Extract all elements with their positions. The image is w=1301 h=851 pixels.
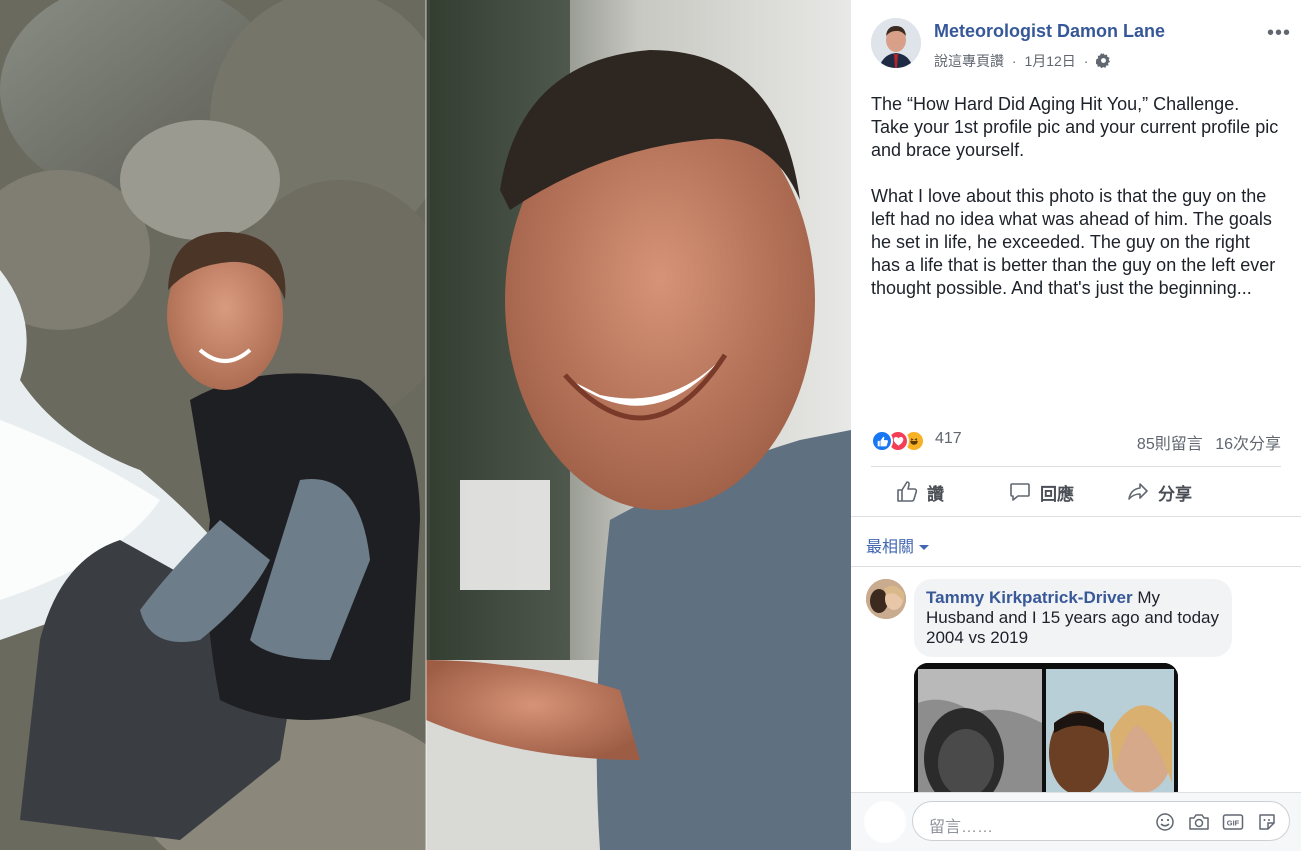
post-text: The “How Hard Did Aging Hit You,” Challe… (871, 93, 1281, 323)
post-meta: 說這專頁讚 · 1月12日 · (934, 51, 1111, 71)
caret-down-icon (919, 545, 930, 551)
post-options-button[interactable]: ••• (1267, 22, 1291, 45)
like-button-label: 讚 (927, 484, 944, 504)
post-header: Meteorologist Damon Lane 說這專頁讚 · 1月12日 ·… (871, 18, 1290, 74)
comment-composer: 留言…… GIF (851, 792, 1301, 851)
emoji-icon[interactable] (1153, 810, 1177, 834)
engagement-counts: 85則留言 16次分享 (1129, 430, 1281, 454)
commenter-name[interactable]: Tammy Kirkpatrick-Driver (926, 588, 1133, 607)
comment-count[interactable]: 85則留言 (1137, 436, 1203, 453)
post-actions: 讚 回應 分享 (871, 470, 1281, 514)
svg-text:GIF: GIF (1227, 819, 1240, 828)
comment-button[interactable]: 回應 (1008, 470, 1074, 514)
comment-icon (1010, 483, 1030, 501)
like-button[interactable]: 讚 (895, 470, 944, 514)
camera-icon[interactable] (1187, 810, 1211, 834)
share-button-label: 分享 (1158, 484, 1192, 504)
post-photo[interactable] (0, 0, 851, 850)
like-page-link[interactable]: 說這專頁讚 (934, 51, 1004, 71)
comment-photo-image (914, 663, 1178, 793)
divider (851, 516, 1301, 517)
meta-separator: · (1011, 53, 1017, 69)
commenter-avatar[interactable] (866, 579, 906, 619)
share-count[interactable]: 16次分享 (1215, 436, 1281, 453)
reactions-bar: 417 85則留言 16次分享 (871, 428, 1281, 454)
author-avatar[interactable] (871, 18, 921, 68)
meta-separator: · (1083, 53, 1089, 69)
reaction-count[interactable]: 417 (935, 430, 962, 448)
post-sidebar: Meteorologist Damon Lane 說這專頁讚 · 1月12日 ·… (851, 0, 1301, 851)
comment-sort-dropdown[interactable]: 最相關 (866, 533, 930, 557)
post-text-paragraph: What I love about this photo is that the… (871, 186, 1276, 298)
sticker-icon[interactable] (1255, 810, 1279, 834)
comments-list[interactable]: Tammy Kirkpatrick-Driver My Husband and … (851, 566, 1301, 793)
composer-icons: GIF (1143, 810, 1279, 834)
audience-gear-icon[interactable] (1095, 53, 1111, 71)
post-text-paragraph: The “How Hard Did Aging Hit You,” Challe… (871, 94, 1279, 160)
current-user-avatar (864, 801, 906, 843)
like-icon (871, 430, 893, 452)
comment-photo[interactable] (914, 663, 1178, 793)
comment-sort-label: 最相關 (866, 539, 915, 556)
share-icon (1128, 483, 1148, 500)
thumbs-up-icon (897, 481, 918, 502)
comment-input-placeholder: 留言…… (929, 819, 994, 836)
comment-bubble: Tammy Kirkpatrick-Driver My Husband and … (914, 579, 1232, 657)
divider (871, 466, 1281, 467)
comment-input[interactable]: 留言…… GIF (912, 801, 1290, 841)
author-avatar-image (871, 18, 921, 68)
post-photo-image (0, 0, 851, 850)
author-name[interactable]: Meteorologist Damon Lane (934, 21, 1165, 42)
comment-button-label: 回應 (1040, 484, 1074, 504)
commenter-avatar-image (866, 579, 906, 619)
share-button[interactable]: 分享 (1126, 470, 1192, 514)
gif-icon[interactable]: GIF (1221, 810, 1245, 834)
post-date[interactable]: 1月12日 (1024, 51, 1075, 71)
